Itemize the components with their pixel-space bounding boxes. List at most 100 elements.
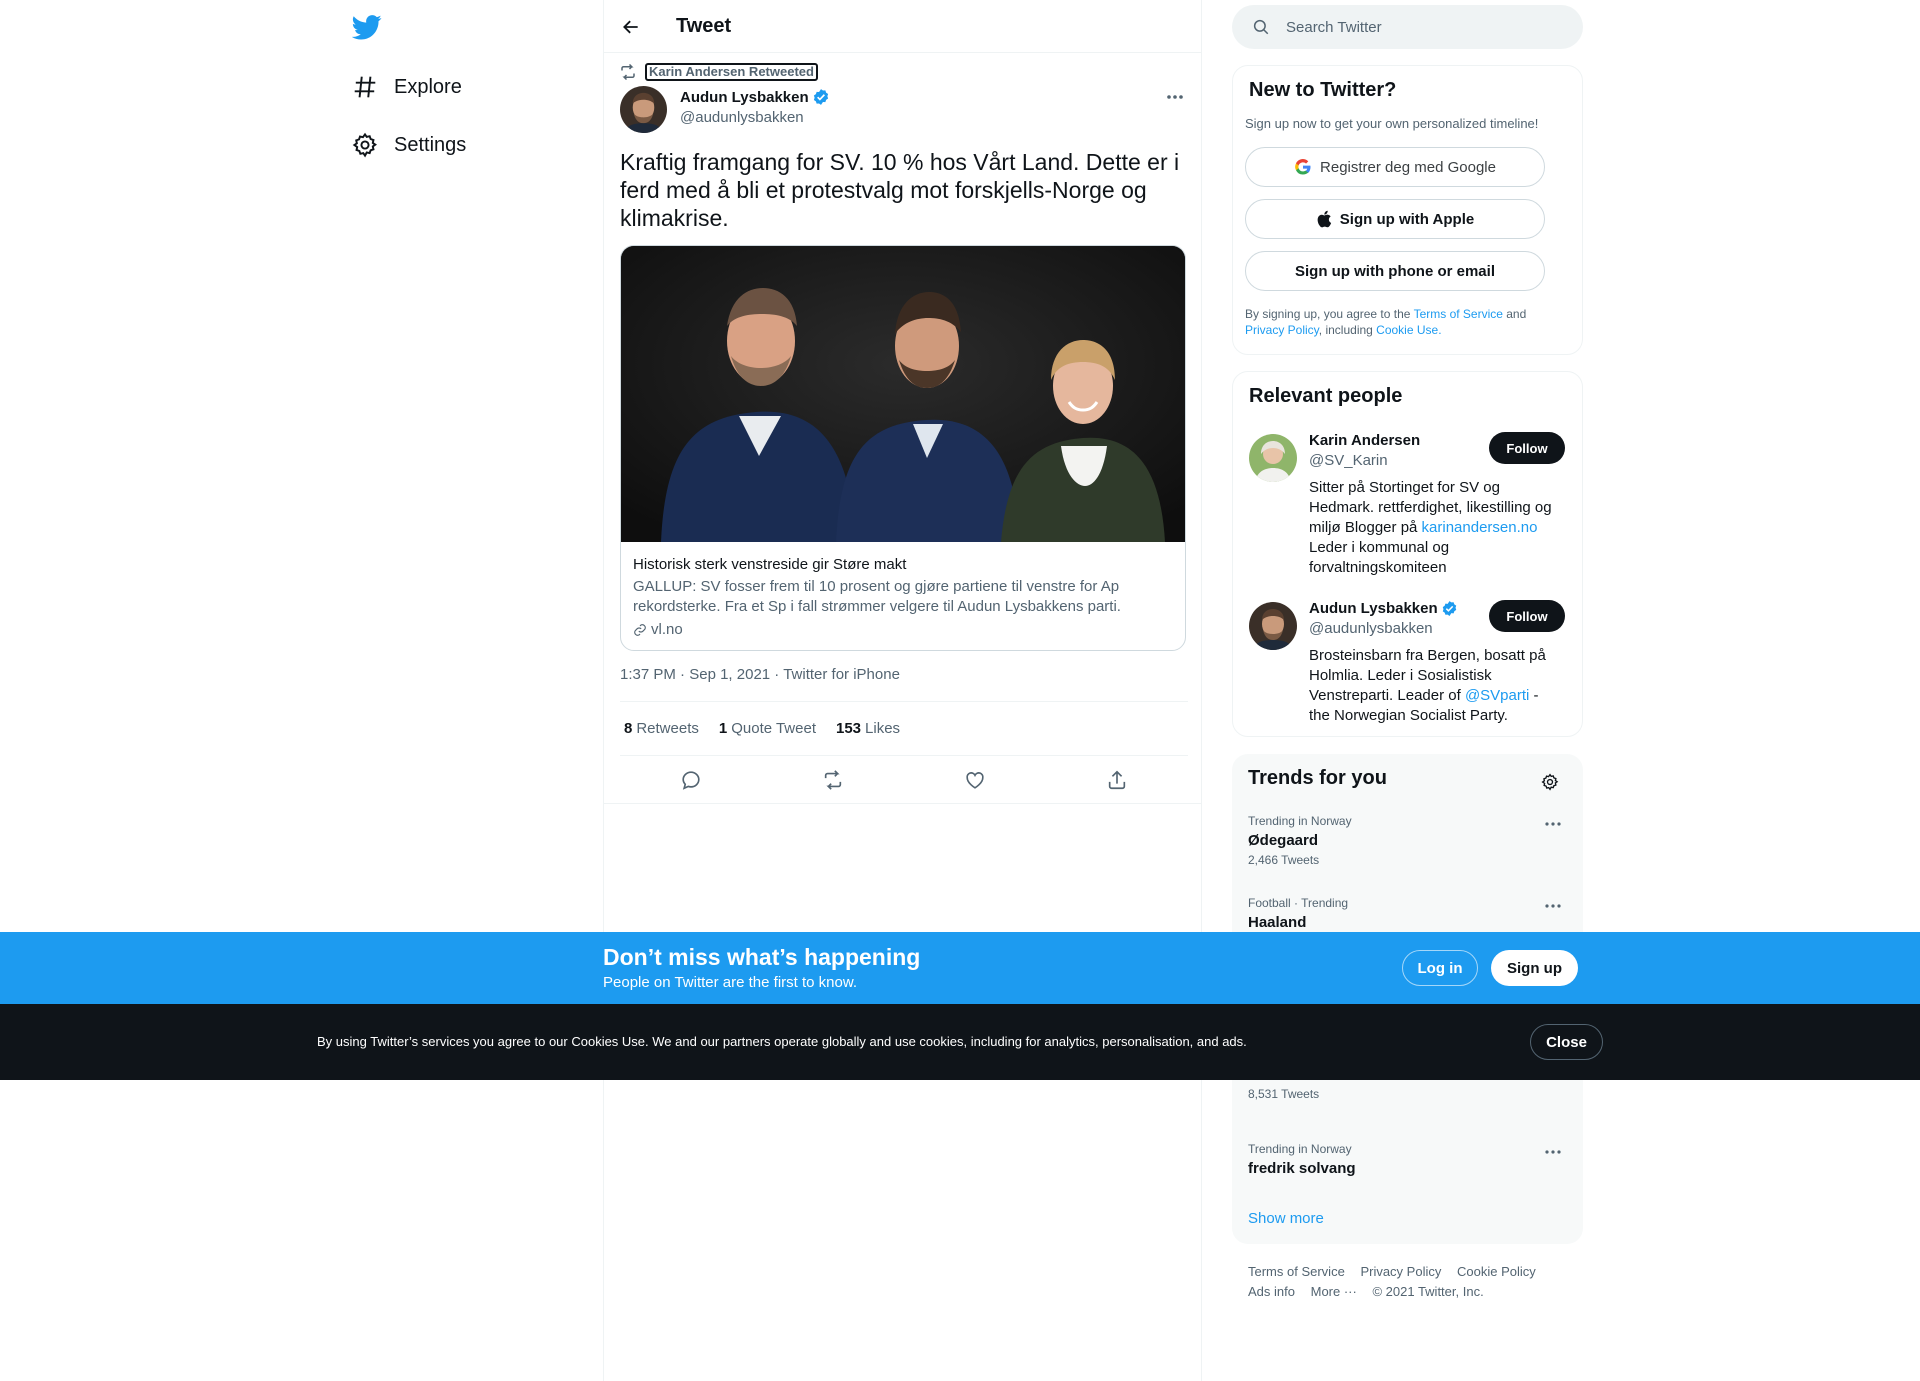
signup-subtitle: Sign up now to get your own personalized…: [1245, 116, 1539, 131]
retweet-action-icon[interactable]: [815, 762, 851, 798]
column-header: Tweet: [604, 0, 1202, 53]
quote-tweets-stat[interactable]: 1 Quote Tweet: [719, 720, 816, 737]
card-title: Historisk sterk venstreside gir Støre ma…: [633, 556, 907, 573]
signup-box: New to Twitter? Sign up now to get your …: [1232, 65, 1583, 355]
apple-signup-label: Sign up with Apple: [1339, 210, 1475, 228]
card-domain: vl.no: [633, 620, 1173, 640]
nav-explore[interactable]: Explore: [350, 67, 462, 107]
author-handle[interactable]: @audunlysbakken: [680, 109, 804, 126]
person-name[interactable]: Audun Lysbakken: [1309, 600, 1458, 617]
bio-link[interactable]: @SVparti: [1465, 687, 1529, 704]
gear-icon[interactable]: [1535, 767, 1565, 797]
footer-more-link[interactable]: More ···: [1311, 1284, 1357, 1299]
likes-stat[interactable]: 153 Likes: [836, 720, 900, 737]
tweet-time[interactable]: 1:37 PM: [620, 666, 676, 683]
show-more-link[interactable]: Show more: [1248, 1210, 1324, 1227]
footer-privacy-link[interactable]: Privacy Policy: [1360, 1264, 1441, 1279]
more-icon[interactable]: [1538, 1142, 1568, 1162]
person-handle[interactable]: @SV_Karin: [1309, 452, 1388, 469]
card-image: [621, 246, 1185, 542]
legal-text: By signing up, you agree to the: [1245, 307, 1414, 321]
trend-item[interactable]: Trending in Norway Ødegaard 2,466 Tweets: [1248, 814, 1568, 874]
search-input[interactable]: [1286, 18, 1546, 36]
follow-button[interactable]: Follow: [1489, 600, 1565, 632]
footer-cookie-link[interactable]: Cookie Policy: [1457, 1264, 1536, 1279]
search-icon: [1252, 18, 1270, 36]
relevant-people-box: Relevant people Karin Andersen @SV_Karin…: [1232, 371, 1583, 737]
nav-settings-label: Settings: [394, 133, 467, 156]
signup-button[interactable]: Sign up: [1491, 950, 1578, 986]
author-name[interactable]: Audun Lysbakken: [680, 88, 830, 106]
person-avatar[interactable]: [1249, 434, 1297, 482]
tweet-meta: 1:37 PM · Sep 1, 2021 · Twitter for iPho…: [620, 666, 900, 683]
person-name-text: Audun Lysbakken: [1309, 600, 1438, 617]
gear-icon: [350, 130, 380, 160]
link-card[interactable]: Historisk sterk venstreside gir Støre ma…: [620, 245, 1186, 651]
reply-icon[interactable]: [673, 762, 709, 798]
likes-label: Likes: [865, 720, 901, 737]
card-domain-text: vl.no: [651, 621, 683, 638]
trend-count: 8,531 Tweets: [1248, 1087, 1320, 1101]
share-icon[interactable]: [1099, 762, 1135, 798]
more-icon[interactable]: [1538, 814, 1568, 834]
banner-subheading: People on Twitter are the first to know.: [603, 974, 858, 991]
phone-email-signup-label: Sign up with phone or email: [1294, 262, 1495, 280]
likes-count: 153: [836, 720, 862, 737]
quotes-count: 1: [718, 720, 728, 737]
tweet-column: Tweet Karin Andersen Retweeted Audun Lys…: [603, 0, 1202, 1381]
tweet-stats: 8 Retweets 1 Quote Tweet 153 Likes: [624, 720, 900, 737]
footer-copyright: © 2021 Twitter, Inc.: [1372, 1284, 1484, 1299]
phone-email-signup-button[interactable]: Sign up with phone or email: [1245, 251, 1545, 291]
author-avatar[interactable]: [620, 86, 667, 133]
signup-legal: By signing up, you agree to the Terms of…: [1245, 306, 1565, 338]
terms-link[interactable]: Terms of Service: [1414, 307, 1503, 321]
back-button[interactable]: [616, 12, 646, 42]
bio-link[interactable]: karinandersen.no: [1422, 519, 1538, 536]
quotes-label: Quote Tweet: [731, 720, 816, 737]
trend-context: Football · Trending: [1248, 896, 1349, 910]
retweets-label: Retweets: [636, 720, 699, 737]
login-button[interactable]: Log in: [1402, 950, 1478, 986]
cookie-use-link[interactable]: Cookie Use.: [1376, 323, 1441, 337]
hashtag-icon: [350, 72, 380, 102]
person-handle[interactable]: @audunlysbakken: [1309, 620, 1433, 637]
page-title: Tweet: [676, 15, 732, 37]
retweeted-by-link[interactable]: Karin Andersen Retweeted: [645, 63, 818, 81]
follow-button[interactable]: Follow: [1489, 432, 1565, 464]
trend-name: Ødegaard: [1248, 832, 1319, 849]
meta-separator: ·: [774, 666, 784, 683]
more-icon[interactable]: [1538, 896, 1568, 916]
search-bar[interactable]: [1232, 5, 1583, 49]
cookie-close-button[interactable]: Close: [1530, 1024, 1603, 1060]
retweet-icon: [619, 63, 637, 81]
retweets-count: 8: [624, 720, 633, 737]
banner-heading: Don’t miss what’s happening: [603, 944, 921, 970]
trends-title: Trends for you: [1248, 767, 1387, 789]
footer-ads-link[interactable]: Ads info: [1248, 1284, 1295, 1299]
legal-text: , including: [1318, 323, 1377, 337]
back-arrow-icon: [623, 20, 638, 34]
person-name[interactable]: Karin Andersen: [1309, 432, 1420, 449]
verified-badge-icon: [1441, 600, 1458, 617]
footer-terms-link[interactable]: Terms of Service: [1248, 1264, 1345, 1279]
author-name-text: Audun Lysbakken: [680, 88, 809, 106]
twitter-logo-icon[interactable]: [352, 12, 382, 42]
tweet-client[interactable]: Twitter for iPhone: [783, 666, 900, 683]
retweets-stat[interactable]: 8 Retweets: [624, 720, 699, 737]
retweeted-by-row: Karin Andersen Retweeted: [619, 62, 818, 82]
apple-signup-button[interactable]: Sign up with Apple: [1245, 199, 1545, 239]
google-signup-button[interactable]: Registrer deg med Google: [1245, 147, 1545, 187]
trend-item[interactable]: Trending in Norway fredrik solvang: [1248, 1142, 1568, 1202]
privacy-link[interactable]: Privacy Policy: [1245, 323, 1319, 337]
person-avatar[interactable]: [1249, 602, 1297, 650]
nav-settings[interactable]: Settings: [350, 125, 466, 165]
person-bio: Sitter på Stortinget for SV og Hedmark. …: [1309, 478, 1561, 578]
tweet-date[interactable]: Sep 1, 2021: [689, 666, 770, 683]
like-icon[interactable]: [957, 762, 993, 798]
tweet-actions: [620, 756, 1188, 804]
person-bio: Brosteinsbarn fra Bergen, bosatt på Holm…: [1309, 646, 1561, 726]
google-icon: [1294, 158, 1312, 176]
verified-badge-icon: [812, 88, 830, 106]
tweet-more-icon[interactable]: [1160, 86, 1190, 108]
cookie-text: By using Twitter’s services you agree to…: [317, 1034, 1247, 1049]
